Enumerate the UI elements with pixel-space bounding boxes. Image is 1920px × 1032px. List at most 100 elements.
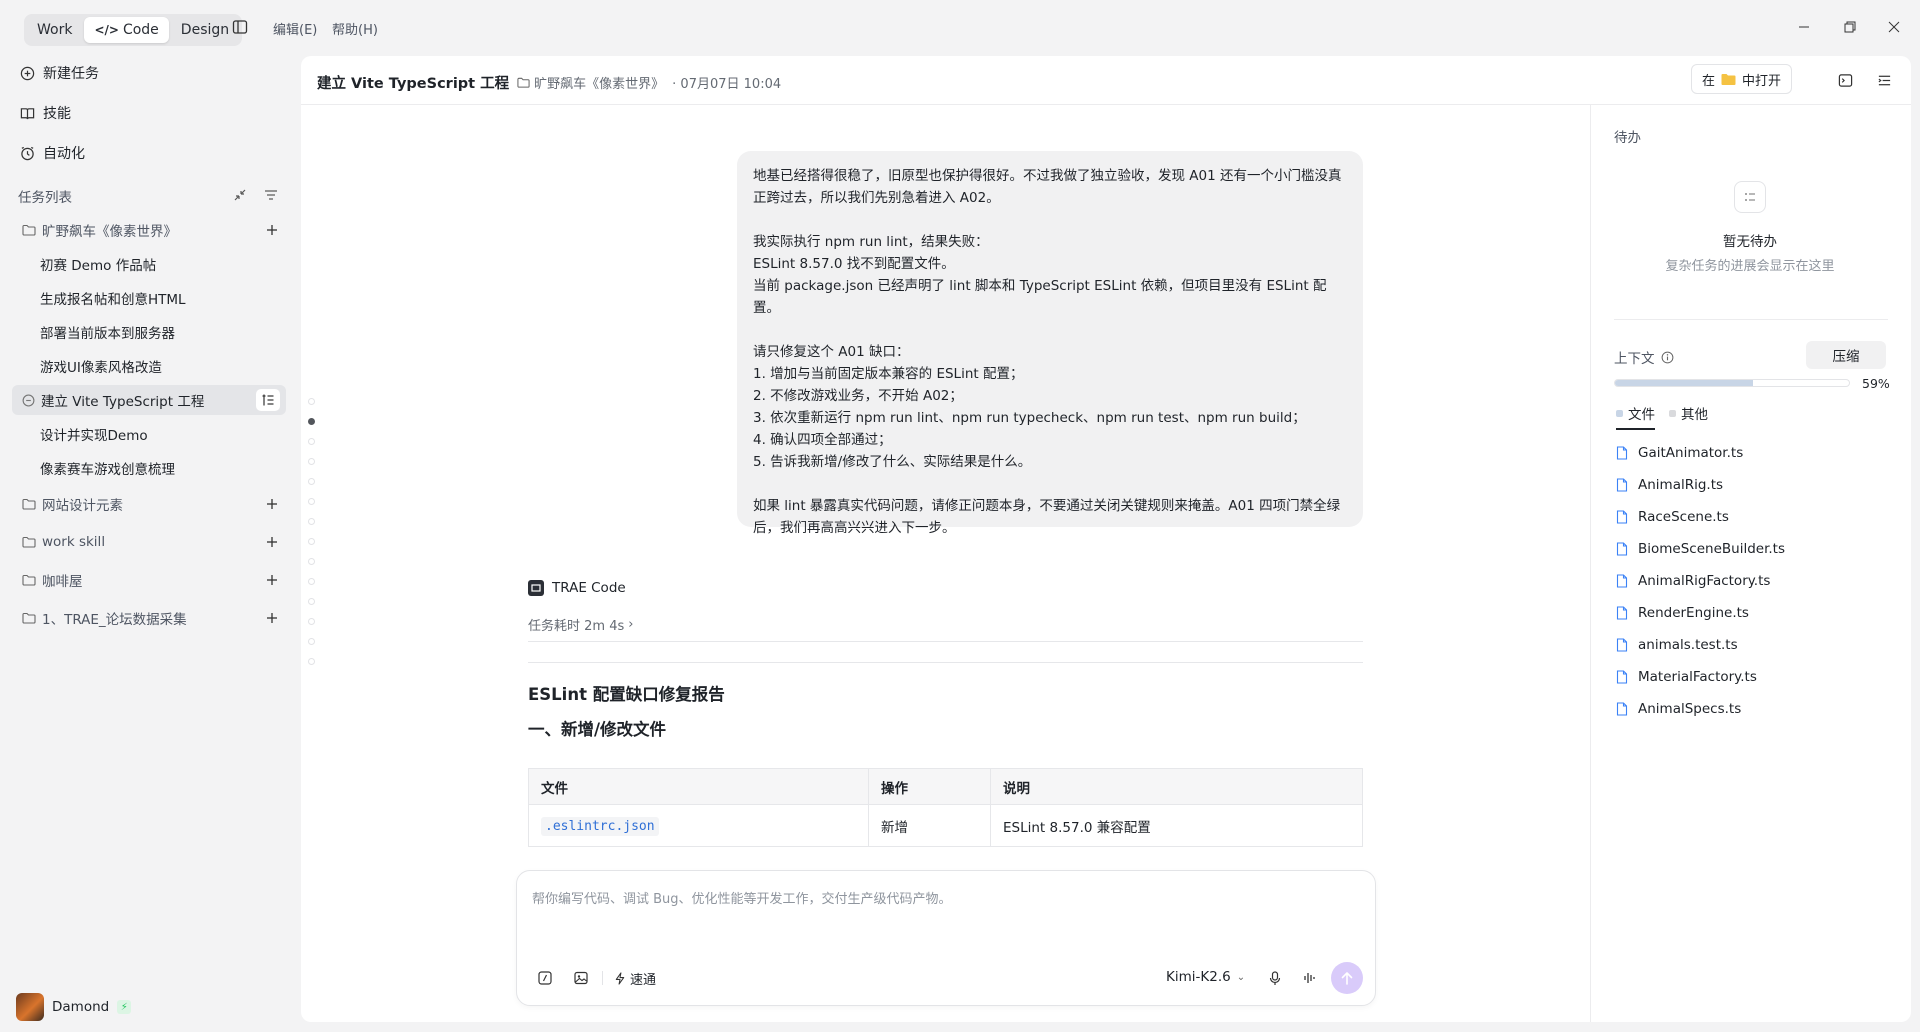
sidebar-task-item[interactable]: 游戏UI像素风格改造 (12, 351, 286, 381)
timeline-dot[interactable] (308, 578, 315, 585)
tab-other[interactable]: 其他 (1669, 403, 1708, 428)
info-icon[interactable] (1661, 351, 1674, 364)
folder-icon (517, 77, 530, 88)
composer-input[interactable]: 帮你编写代码、调试 Bug、优化性能等开发工作，交付生产级代码产物。 (532, 888, 952, 907)
timeline-dot[interactable] (308, 638, 315, 645)
timeline-dot[interactable] (308, 558, 315, 565)
maximize-icon[interactable] (1835, 14, 1865, 40)
sidebar-toggle-icon[interactable] (232, 19, 248, 35)
task-outline-icon[interactable] (256, 389, 280, 411)
user-name: Damond (52, 999, 110, 1015)
context-file-item[interactable]: AnimalSpecs.ts (1616, 697, 1741, 721)
context-file-item[interactable]: AnimalRigFactory.ts (1616, 569, 1770, 593)
sidebar-task-item[interactable]: 部署当前版本到服务器 (12, 317, 286, 347)
table-cell: 新增 (868, 804, 991, 847)
task-group-pixel-world[interactable]: 旷野飙车《像素世界》 (12, 215, 286, 245)
mode-work-tab[interactable]: Work (27, 17, 82, 43)
context-file-item[interactable]: RenderEngine.ts (1616, 601, 1749, 625)
timeline-dot[interactable] (308, 458, 315, 465)
collapse-icon[interactable] (233, 188, 247, 202)
timeline-dot[interactable] (308, 478, 315, 485)
divider (528, 641, 1363, 642)
timeline-dot[interactable] (308, 538, 315, 545)
add-task-icon[interactable] (264, 572, 280, 588)
timeline-nav[interactable] (308, 398, 316, 678)
automation-button[interactable]: 自动化 (20, 139, 85, 167)
elapsed-toggle[interactable]: 任务耗时 2m 4s › (528, 615, 633, 634)
sidebar-task-item[interactable]: 生成报名帖和创意HTML (12, 283, 286, 313)
new-task-button[interactable]: 新建任务 (20, 59, 99, 87)
open-in-button[interactable]: 在 中打开 (1691, 64, 1793, 94)
minimize-icon[interactable] (1789, 14, 1819, 40)
add-task-icon[interactable] (264, 222, 280, 238)
skills-button[interactable]: 技能 (20, 99, 71, 127)
sidebar-task-item[interactable]: 初赛 Demo 作品帖 (12, 249, 286, 279)
todo-empty-subtitle: 复杂任务的进展会显示在这里 (1665, 259, 1835, 274)
menu-help[interactable]: 帮助(H) (332, 19, 378, 38)
context-file-item[interactable]: GaitAnimator.ts (1616, 441, 1743, 465)
timeline-dot[interactable] (308, 518, 315, 525)
sidebar-task-item[interactable]: 设计并实现Demo (12, 419, 286, 449)
arrow-up-icon (1341, 972, 1353, 985)
context-file-item[interactable]: MaterialFactory.ts (1616, 665, 1757, 689)
sidebar-task-item[interactable]: 像素赛车游戏创意梳理 (12, 453, 286, 483)
image-upload-icon[interactable] (571, 968, 591, 988)
file-name: RaceScene.ts (1638, 509, 1729, 525)
mode-switcher: Work </> Code Design (24, 14, 243, 46)
task-group-coffee[interactable]: 咖啡屋 (12, 565, 286, 595)
table-row: .eslintrc.json 新增 ESLint 8.57.0 兼容配置 (528, 804, 1363, 847)
timeline-dot[interactable] (308, 498, 315, 505)
context-file-item[interactable]: AnimalRig.ts (1616, 473, 1723, 497)
file-name: animals.test.ts (1638, 637, 1738, 653)
timeline-dot[interactable] (308, 618, 315, 625)
running-icon (22, 394, 35, 406)
task-group-web-design[interactable]: 网站设计元素 (12, 489, 286, 519)
table-header: 文件 (528, 768, 869, 805)
terminal-icon[interactable] (1836, 71, 1854, 89)
sidebar-task-item-active[interactable]: 建立 Vite TypeScript 工程 (12, 385, 286, 415)
open-in-suffix: 中打开 (1742, 73, 1782, 89)
file-code[interactable]: .eslintrc.json (541, 816, 659, 836)
voice-wave-icon[interactable] (1300, 968, 1320, 988)
timeline-dot[interactable] (308, 658, 315, 665)
menu-edit[interactable]: 编辑(E) (273, 19, 317, 38)
send-button[interactable] (1331, 962, 1363, 994)
timeline-dot-active[interactable] (308, 418, 315, 425)
task-label: 初赛 Demo 作品帖 (40, 258, 157, 274)
mode-design-label: Design (180, 22, 230, 38)
timeline-dot[interactable] (308, 398, 315, 405)
add-task-icon[interactable] (264, 496, 280, 512)
timeline-dot[interactable] (308, 598, 315, 605)
microphone-icon[interactable] (1265, 968, 1285, 988)
task-group-work-skill[interactable]: work skill (12, 527, 286, 557)
mode-design-tab[interactable]: Design (171, 17, 239, 43)
add-task-icon[interactable] (264, 610, 280, 626)
task-group-forum-data[interactable]: 1、TRAE_论坛数据采集 (12, 603, 286, 633)
user-profile[interactable]: Damond ⚡ (16, 993, 132, 1021)
compress-button[interactable]: 压缩 (1806, 341, 1886, 369)
agent-name: TRAE Code (552, 580, 626, 596)
mode-code-label: Code (122, 22, 159, 38)
tab-files[interactable]: 文件 (1616, 403, 1655, 430)
filter-icon[interactable] (264, 188, 278, 202)
file-name: BiomeSceneBuilder.ts (1638, 541, 1786, 557)
project-breadcrumb[interactable]: 旷野飙车《像素世界》 (517, 73, 664, 92)
message-line (753, 473, 1347, 495)
table-header: 说明 (990, 768, 1363, 805)
context-file-item[interactable]: animals.test.ts (1616, 633, 1738, 657)
context-label: 上下文 (1614, 351, 1655, 367)
add-task-icon[interactable] (264, 534, 280, 550)
divider (528, 662, 1363, 663)
files-swatch-icon (1616, 409, 1623, 417)
slash-command-icon[interactable] (535, 968, 555, 988)
mode-code-tab[interactable]: </> Code (84, 17, 169, 43)
model-selector[interactable]: Kimi-K2.6 ⌄ (1166, 969, 1245, 985)
clock-icon (21, 146, 34, 160)
context-file-item[interactable]: BiomeSceneBuilder.ts (1616, 537, 1785, 561)
speed-mode-button[interactable]: 速通 (614, 968, 656, 988)
close-icon[interactable] (1879, 14, 1909, 40)
timeline-dot[interactable] (308, 438, 315, 445)
file-name: MaterialFactory.ts (1638, 669, 1757, 685)
context-file-item[interactable]: RaceScene.ts (1616, 505, 1729, 529)
panel-list-icon[interactable] (1875, 71, 1893, 89)
